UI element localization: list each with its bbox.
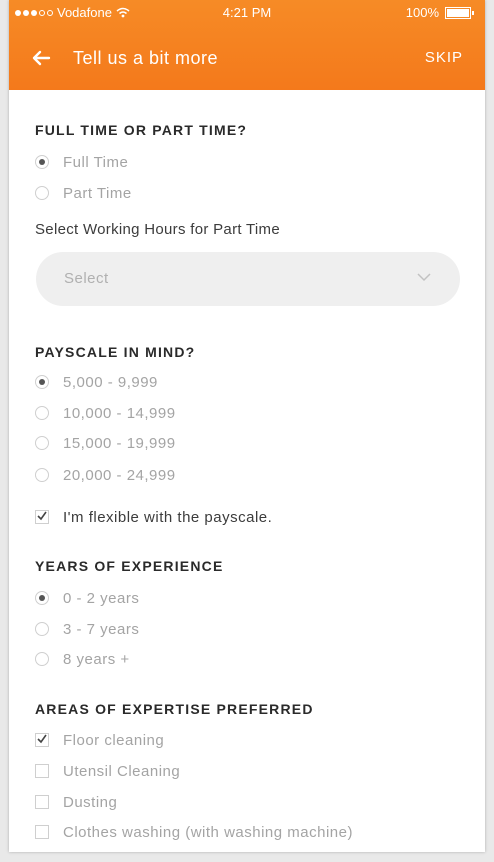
battery-status: 100% bbox=[405, 5, 474, 20]
nav-bar: Tell us a bit more SKIP bbox=[9, 40, 485, 76]
page-title: Tell us a bit more bbox=[73, 48, 219, 68]
checkbox bbox=[35, 764, 49, 778]
radio-indicator bbox=[35, 436, 49, 450]
checkbox bbox=[35, 795, 49, 809]
checkbox bbox=[35, 510, 49, 524]
battery-percent: 100% bbox=[405, 5, 439, 20]
payscale-heading: PAYSCALE IN MIND? bbox=[35, 344, 196, 360]
radio-indicator bbox=[35, 186, 49, 200]
back-arrow-icon[interactable] bbox=[29, 46, 53, 70]
expertise-heading: AREAS OF EXPERTISE PREFERRED bbox=[35, 701, 314, 717]
battery-icon bbox=[445, 6, 474, 19]
working-hours-select[interactable]: Select bbox=[36, 252, 460, 306]
radio-payscale-1[interactable]: 5,000 - 9,999 bbox=[35, 370, 158, 394]
flexible-payscale-checkbox[interactable]: I'm flexible with the payscale. bbox=[35, 505, 272, 529]
radio-full-time[interactable]: Full Time bbox=[35, 150, 128, 174]
checkbox-clothes-washing[interactable]: Clothes washing (with washing machine) bbox=[35, 820, 353, 844]
radio-indicator bbox=[35, 155, 49, 169]
option-label: 5,000 - 9,999 bbox=[63, 373, 158, 391]
radio-experience-2[interactable]: 3 - 7 years bbox=[35, 617, 139, 641]
radio-experience-1[interactable]: 0 - 2 years bbox=[35, 586, 139, 610]
skip-button[interactable]: SKIP bbox=[425, 49, 463, 66]
radio-experience-3[interactable]: 8 years + bbox=[35, 647, 130, 671]
radio-part-time[interactable]: Part Time bbox=[35, 181, 132, 205]
checkmark-icon bbox=[37, 511, 47, 521]
radio-indicator bbox=[35, 591, 49, 605]
checkbox-utensil-cleaning[interactable]: Utensil Cleaning bbox=[35, 759, 180, 783]
radio-payscale-4[interactable]: 20,000 - 24,999 bbox=[35, 463, 176, 487]
option-label: Full Time bbox=[63, 153, 129, 171]
app-screen: Vodafone 4:21 PM 100% Tell us a bit more bbox=[9, 0, 485, 852]
work-type-heading: FULL TIME OR PART TIME? bbox=[35, 122, 248, 138]
checkbox-dusting[interactable]: Dusting bbox=[35, 790, 117, 814]
status-bar: Vodafone 4:21 PM 100% bbox=[9, 0, 485, 26]
radio-indicator bbox=[35, 406, 49, 420]
option-label: 15,000 - 19,999 bbox=[63, 434, 176, 452]
checkbox bbox=[35, 733, 49, 747]
option-label: Clothes washing (with washing machine) bbox=[63, 823, 353, 841]
checkbox-floor-cleaning[interactable]: Floor cleaning bbox=[35, 728, 164, 752]
option-label: I'm flexible with the payscale. bbox=[63, 508, 273, 526]
experience-heading: YEARS OF EXPERIENCE bbox=[35, 558, 224, 574]
chevron-down-icon bbox=[417, 273, 431, 282]
option-label: 10,000 - 14,999 bbox=[63, 404, 176, 422]
option-label: Dusting bbox=[63, 793, 118, 811]
radio-indicator bbox=[35, 622, 49, 636]
hours-label: Select Working Hours for Part Time bbox=[35, 221, 280, 238]
radio-indicator bbox=[35, 468, 49, 482]
app-header: Vodafone 4:21 PM 100% Tell us a bit more bbox=[9, 0, 485, 90]
option-label: 8 years + bbox=[63, 650, 130, 668]
select-value: Select bbox=[64, 270, 109, 287]
radio-indicator bbox=[35, 375, 49, 389]
option-label: 3 - 7 years bbox=[63, 620, 140, 638]
option-label: Utensil Cleaning bbox=[63, 762, 181, 780]
option-label: 20,000 - 24,999 bbox=[63, 466, 176, 484]
radio-indicator bbox=[35, 652, 49, 666]
option-label: Part Time bbox=[63, 184, 132, 202]
radio-payscale-2[interactable]: 10,000 - 14,999 bbox=[35, 401, 176, 425]
option-label: 0 - 2 years bbox=[63, 589, 140, 607]
radio-payscale-3[interactable]: 15,000 - 19,999 bbox=[35, 431, 176, 455]
option-label: Floor cleaning bbox=[63, 731, 165, 749]
checkbox bbox=[35, 825, 49, 839]
checkmark-icon bbox=[37, 734, 47, 744]
